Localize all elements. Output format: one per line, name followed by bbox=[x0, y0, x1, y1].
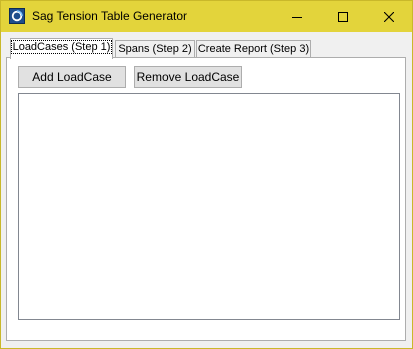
tab-loadcases-label: LoadCases (Step 1) bbox=[10, 40, 113, 54]
app-window: Sag Tension Table Generator LoadCases (S… bbox=[0, 0, 413, 349]
tab-loadcases[interactable]: LoadCases (Step 1) bbox=[10, 38, 113, 59]
minimize-button[interactable] bbox=[274, 1, 320, 32]
loadcase-list[interactable] bbox=[18, 93, 400, 320]
close-button[interactable] bbox=[366, 1, 412, 32]
app-icon[interactable] bbox=[9, 8, 25, 24]
maximize-button[interactable] bbox=[320, 1, 366, 32]
tab-spans-label: Spans (Step 2) bbox=[118, 43, 192, 55]
window-title: Sag Tension Table Generator bbox=[32, 9, 187, 23]
tab-create-report-label: Create Report (Step 3) bbox=[197, 43, 310, 55]
tab-spans[interactable]: Spans (Step 2) bbox=[115, 40, 195, 58]
minimize-icon bbox=[292, 12, 302, 22]
title-bar[interactable]: Sag Tension Table Generator bbox=[1, 1, 412, 32]
add-loadcase-button[interactable]: Add LoadCase bbox=[18, 66, 126, 88]
maximize-icon bbox=[338, 11, 348, 22]
remove-loadcase-button[interactable]: Remove LoadCase bbox=[134, 66, 242, 88]
tab-create-report[interactable]: Create Report (Step 3) bbox=[196, 40, 311, 58]
close-icon bbox=[384, 11, 394, 22]
client-area: LoadCases (Step 1) Spans (Step 2) Create… bbox=[1, 32, 412, 348]
loadcases-tab-page: Add LoadCase Remove LoadCase bbox=[6, 57, 406, 341]
